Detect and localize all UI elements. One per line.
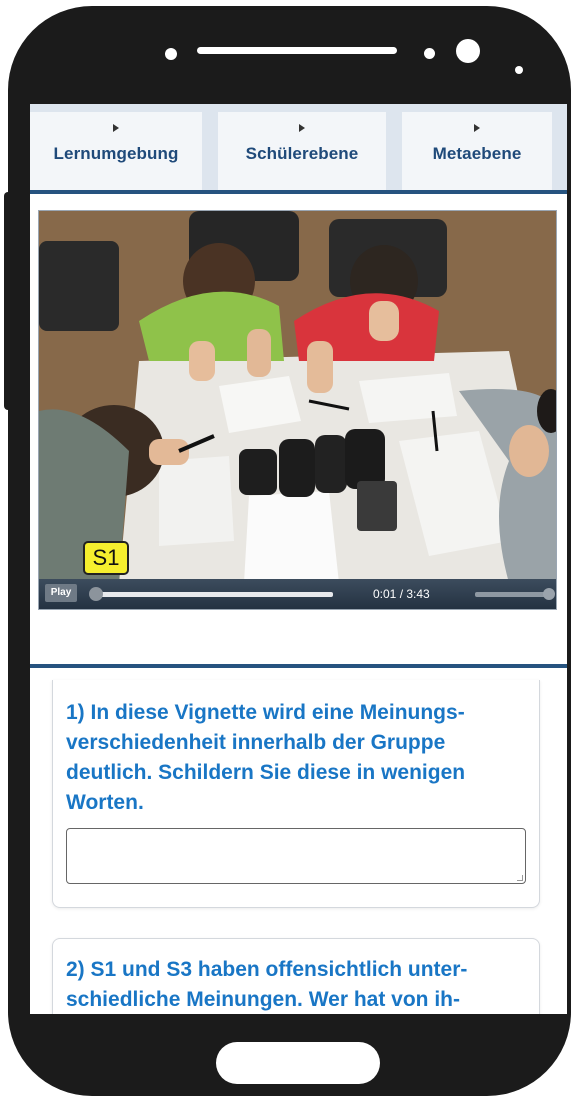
expand-arrow-icon (113, 124, 119, 132)
tab-label: Metaebene (432, 144, 522, 163)
tab-lernumgebung[interactable]: Lernumgebung (30, 112, 202, 190)
time-display: 0:01 / 3:43 (373, 587, 430, 601)
sensor-dot-far-right (515, 66, 523, 74)
expand-arrow-icon (474, 124, 480, 132)
video-player[interactable]: S1 Play 0:01 / 3:43 (38, 210, 557, 610)
sensor-dot-left (165, 48, 177, 60)
tab-schuelerebene[interactable]: Schülerebene (218, 112, 386, 190)
tab-label: Lernumgebung (53, 144, 179, 163)
front-camera (456, 39, 480, 63)
question-1-answer-field[interactable] (66, 828, 526, 884)
earpiece-speaker (197, 47, 397, 54)
speaker-badge-s1: S1 (83, 541, 129, 575)
volume-slider-handle[interactable] (543, 588, 555, 600)
video-frame-classroom (39, 211, 556, 583)
expand-arrow-icon (299, 124, 305, 132)
question-2-text: 2) S1 und S3 haben offensichtlich unter-… (66, 958, 468, 1011)
question-card-1: 1) In diese Vignette wird eine Meinungs-… (52, 680, 540, 908)
progress-track[interactable] (91, 592, 333, 597)
tab-bar: Lernumgebung Schülerebene Metaebene (30, 104, 567, 194)
play-button[interactable]: Play (45, 584, 77, 602)
home-button[interactable] (216, 1042, 380, 1084)
section-divider (30, 664, 567, 668)
progress-scrubber[interactable] (89, 587, 103, 601)
resize-handle-icon[interactable] (517, 875, 523, 881)
tab-label: Schülerebene (245, 144, 359, 163)
phone-screen: Lernumgebung Schülerebene Metaebene S1 P… (30, 104, 567, 1014)
sensor-dot-right (424, 48, 435, 59)
question-1-text: 1) In diese Vignette wird eine Meinungs-… (66, 701, 466, 814)
video-controls: Play 0:01 / 3:43 (39, 579, 556, 609)
tab-metaebene[interactable]: Metaebene (402, 112, 552, 190)
volume-track[interactable] (475, 592, 553, 597)
question-card-2: 2) S1 und S3 haben offensichtlich unter-… (52, 938, 540, 1014)
